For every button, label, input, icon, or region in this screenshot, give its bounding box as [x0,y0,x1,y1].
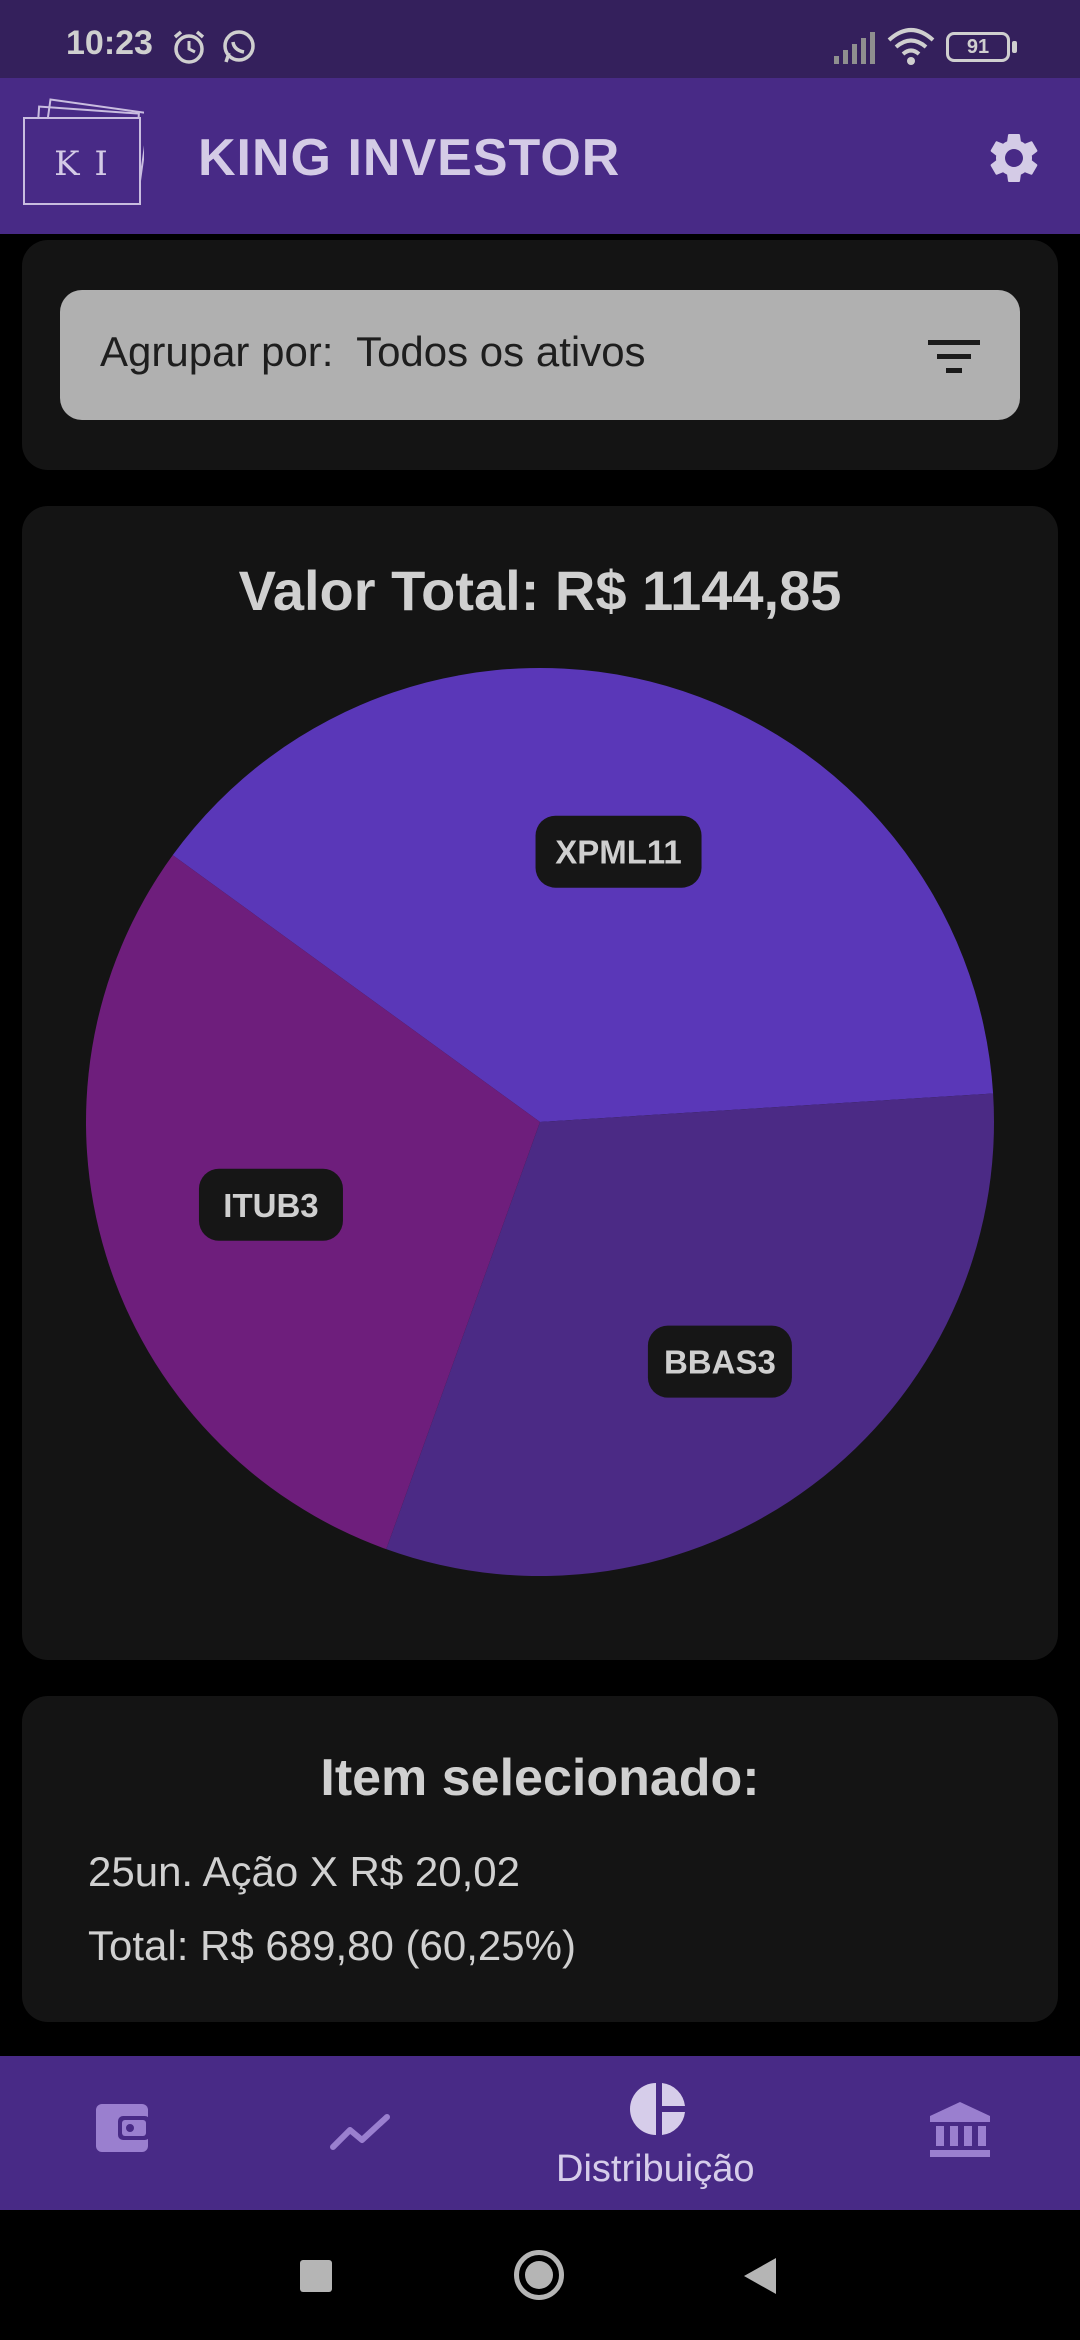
chart-card: Valor Total: R$ 1144,85 XPML11 BBAS3 ITUB3 [22,506,1058,1660]
bank-icon [930,2102,990,2157]
filter-icon[interactable] [928,336,986,380]
selected-item-total: Total: R$ 689,80 (60,25%) [88,1922,576,1969]
logo-text: K I [54,144,110,184]
app-title: KING INVESTOR [198,129,621,187]
nav-distribuicao[interactable]: Distribuição [540,2056,780,2210]
pie-chart[interactable]: XPML11 BBAS3 ITUB3 [22,506,1058,1660]
pie-label-text: XPML11 [555,834,682,871]
status-time: 10:23 [66,24,153,62]
nav-trending[interactable] [300,2056,420,2210]
selected-item-title: Item selecionado: [320,1749,760,1807]
filter-card: Agrupar por: Todos os ativos [22,240,1058,470]
wallet-icon [96,2104,150,2152]
pie-label-itub3: ITUB3 [198,1168,343,1241]
app-logo: K I [22,94,144,216]
nav-distribuicao-label: Distribuição [556,2148,755,2190]
selected-item-quantity: 25un. Ação X R$ 20,02 [88,1848,520,1895]
bottom-nav: Distribuição [0,2056,1080,2210]
pie-label-bbas3: BBAS3 [647,1325,792,1398]
battery-tip [1012,41,1017,53]
trending-icon [330,2114,390,2150]
alarm-icon [173,30,205,64]
pie-label-text: BBAS3 [664,1344,776,1381]
selected-item-card: Item selecionado: 25un. Ação X R$ 20,02 … [22,1696,1058,2022]
signal-icon [834,32,875,64]
battery-icon: 91 [946,32,1010,62]
nav-bank[interactable] [900,2056,1020,2210]
app-bar: K I KING INVESTOR [0,78,1080,234]
recents-icon[interactable] [300,2260,332,2292]
pie-label-xpml11: XPML11 [535,815,702,888]
back-icon[interactable] [742,2256,778,2296]
battery-level: 91 [966,36,990,58]
status-bar: 10:23 91 [0,0,1080,78]
nav-wallet[interactable] [60,2056,180,2210]
pie-label-text: ITUB3 [223,1187,318,1224]
group-by-label: Agrupar por: [100,328,334,375]
wifi-icon [887,28,935,65]
gear-icon[interactable] [984,128,1044,188]
group-by-text[interactable]: Agrupar por: Todos os ativos [100,328,646,376]
system-nav-bar [0,2210,1080,2340]
home-icon[interactable] [514,2250,564,2300]
whatsapp-icon [223,30,255,63]
pie-chart-icon [630,2083,685,2135]
home-icon-inner [525,2261,553,2289]
group-by-value: Todos os ativos [356,328,646,375]
